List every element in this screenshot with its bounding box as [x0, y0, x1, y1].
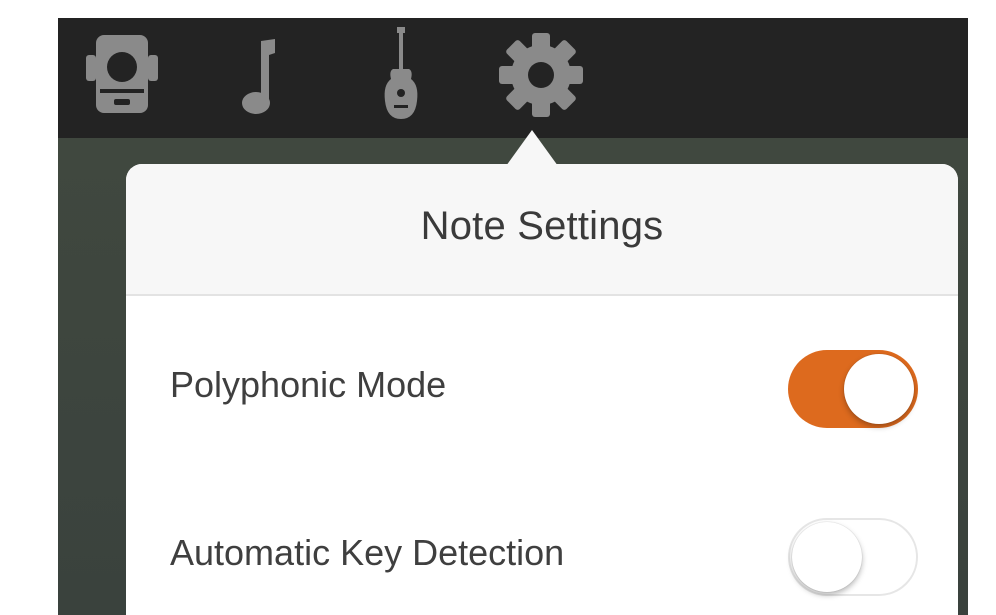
- automatic-key-detection-label: Automatic Key Detection: [170, 532, 565, 573]
- note-settings-popover: Note Settings Polyphonic Mode Automatic …: [126, 164, 958, 615]
- popover-title: Note Settings: [420, 204, 664, 248]
- gear-icon[interactable]: [496, 32, 586, 118]
- automatic-key-detection-toggle[interactable]: [788, 518, 918, 596]
- popover-arrow: [506, 130, 558, 166]
- top-toolbar: [58, 18, 968, 138]
- music-note-icon[interactable]: [234, 32, 284, 118]
- camera-device-icon[interactable]: [82, 32, 162, 118]
- toggle-knob: [792, 522, 862, 592]
- polyphonic-mode-toggle[interactable]: [788, 350, 918, 428]
- guitar-icon[interactable]: [376, 27, 426, 119]
- setting-row-automatic-key-detection: Automatic Key Detection: [126, 514, 958, 596]
- setting-row-polyphonic-mode: Polyphonic Mode: [126, 346, 958, 428]
- popover-header: Note Settings: [126, 164, 958, 296]
- app-window: Note Settings Polyphonic Mode Automatic …: [58, 18, 968, 615]
- polyphonic-mode-label: Polyphonic Mode: [170, 364, 447, 405]
- toggle-knob: [844, 354, 914, 424]
